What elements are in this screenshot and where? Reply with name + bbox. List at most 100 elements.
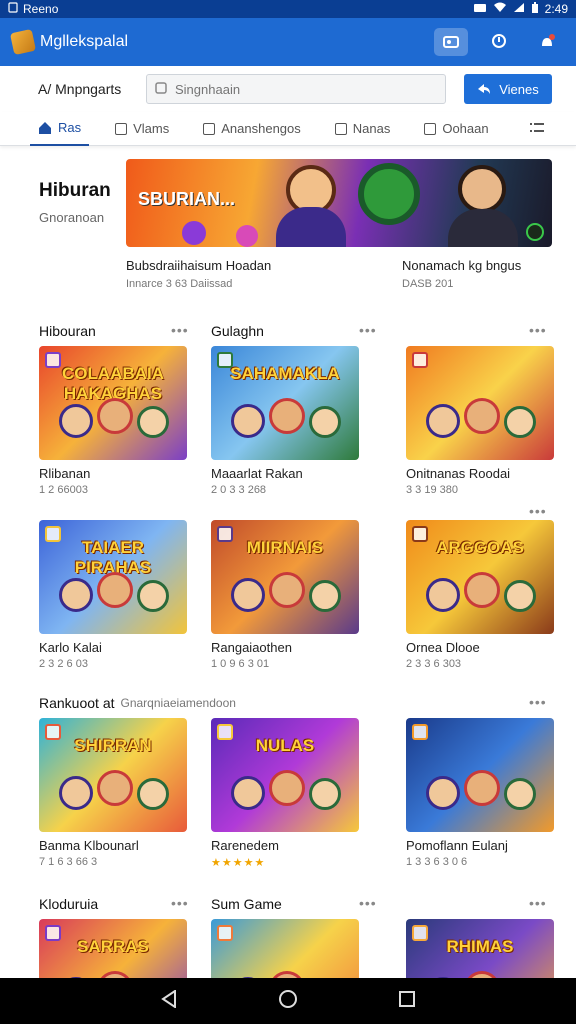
character-image — [231, 404, 265, 438]
game-thumbnail[interactable]: NULAS — [211, 718, 359, 832]
back-icon — [160, 988, 176, 1009]
views-button-label: Vienes — [499, 81, 539, 97]
game-thumbnail[interactable] — [406, 346, 554, 460]
home-button[interactable] — [278, 989, 298, 1014]
game-name: Onitnanas Roodai — [406, 466, 511, 481]
device-image — [358, 163, 420, 225]
game-name: Rarenedem — [211, 838, 279, 853]
game-badge-icon — [45, 925, 61, 941]
game-name: Pomoflann Eulanj — [406, 838, 508, 853]
game-badge-icon — [217, 526, 233, 542]
gem-image — [236, 225, 258, 247]
game-badge-icon — [412, 526, 428, 542]
game-thumbnail[interactable]: SAHAMAKLA — [211, 346, 359, 460]
character-image — [97, 770, 133, 806]
character-image — [59, 578, 93, 612]
home-circle-icon — [278, 989, 297, 1008]
tab-items[interactable]: Vlams — [107, 112, 177, 146]
character-image — [137, 406, 169, 438]
more-icon[interactable]: ••• — [529, 322, 547, 338]
notifications-button[interactable] — [530, 28, 564, 56]
thumbnail-title: SARRAS — [77, 937, 149, 956]
tab-exchange[interactable]: Ananshengos — [195, 112, 309, 146]
character-image — [464, 572, 500, 608]
more-icon[interactable]: ••• — [359, 895, 377, 911]
game-card[interactable]: Pomoflann Eulanj 1 3 3 6 3 0 6 — [406, 718, 554, 868]
thumbnail-title: ARGGOAS — [436, 538, 524, 557]
banner-meta: DASB 201 — [402, 278, 454, 290]
cart-icon — [443, 36, 459, 48]
more-icon[interactable]: ••• — [529, 503, 547, 519]
game-card[interactable]: NULAS Rarenedem ★★★★★ — [211, 718, 359, 869]
more-icon[interactable]: ••• — [529, 895, 547, 911]
more-icon[interactable]: ••• — [171, 895, 189, 911]
character-image — [59, 404, 93, 438]
game-badge-icon — [217, 352, 233, 368]
game-name: Ornea Dlooe — [406, 640, 480, 655]
game-card[interactable]: ARGGOAS Ornea Dlooe 2 3 3 6 303 — [406, 520, 554, 670]
character-image — [97, 398, 133, 434]
cart-button[interactable] — [434, 28, 468, 56]
game-thumbnail[interactable]: TAIAER PIRAHAS — [39, 520, 187, 634]
game-thumbnail[interactable] — [406, 718, 554, 832]
carrier-label: Reeno — [23, 2, 59, 16]
game-card[interactable]: SHIRRAN Banma Klbounarl 7 1 6 3 66 3 — [39, 718, 187, 868]
tab-menu-button[interactable] — [530, 121, 544, 137]
search-row: A/ Mnpngarts Vienes — [0, 66, 576, 112]
character-image — [137, 580, 169, 612]
game-name: Rlibanan — [39, 466, 91, 481]
bell-icon — [542, 34, 555, 46]
character-image — [269, 398, 305, 434]
game-card[interactable]: MIIRNAIS Rangaiaothen 1 0 9 6 3 01 — [211, 520, 359, 670]
character-image — [426, 578, 460, 612]
thumbnail-title: MIIRNAIS — [246, 538, 324, 557]
game-thumbnail[interactable]: ARGGOAS — [406, 520, 554, 634]
more-icon[interactable]: ••• — [529, 694, 547, 710]
character-image — [464, 770, 500, 806]
game-badge-icon — [45, 352, 61, 368]
game-thumbnail[interactable]: MIIRNAIS — [211, 520, 359, 634]
game-meta: 2 0 3 3 268 — [211, 484, 267, 496]
game-card[interactable]: TAIAER PIRAHAS Karlo Kalai 2 3 2 6 03 — [39, 520, 187, 670]
banner-text: SBURIAN... — [138, 189, 236, 209]
search-label: A/ Mnpngarts — [38, 81, 122, 97]
game-badge-icon — [217, 925, 233, 941]
app-screen: Reeno 2:49 Mgllekspalal A/ Mnpngarts Sin… — [0, 0, 576, 1024]
game-meta: 1 2 66003 — [39, 484, 88, 496]
tab-label: Nanas — [352, 121, 391, 136]
banner-caption: Bubsdraiihaisum Hoadan — [126, 258, 272, 273]
game-thumbnail[interactable]: COLAABAIA HAKAGHAS — [39, 346, 187, 460]
search-box[interactable] — [146, 74, 446, 104]
game-card[interactable]: SAHAMAKLA Maaarlat Rakan 2 0 3 3 268 — [211, 346, 359, 496]
clock: 2:49 — [544, 2, 568, 16]
character-image — [309, 406, 341, 438]
character-image — [269, 770, 305, 806]
game-card[interactable]: COLAABAIA HAKAGHAS Rlibanan 1 2 66003 — [39, 346, 187, 496]
thumbnail-title: SHIRRAN — [74, 736, 152, 755]
account-button[interactable] — [482, 28, 516, 56]
section-title: Rankuoot at Gnarqniaeiamendoon — [39, 693, 236, 713]
share-icon — [478, 84, 491, 94]
tab-names[interactable]: Nanas — [327, 112, 399, 146]
character-image — [97, 572, 133, 608]
search-input[interactable] — [175, 81, 415, 97]
tab-cohaan[interactable]: Oohaan — [416, 112, 496, 146]
banner-meta: Innarce 3 63 Daiissad — [126, 278, 233, 290]
folder-icon — [424, 122, 437, 135]
game-card[interactable]: Onitnanas Roodai 3 3 19 380 — [406, 346, 554, 496]
tab-label: Vlams — [133, 121, 170, 136]
search-icon — [155, 81, 167, 97]
game-meta: 2 3 3 6 303 — [406, 658, 462, 670]
game-thumbnail[interactable]: SHIRRAN — [39, 718, 187, 832]
hero-banner[interactable]: SBURIAN... — [126, 159, 552, 247]
more-icon[interactable]: ••• — [171, 322, 189, 338]
thumbnail-title: RHIMAS — [446, 937, 514, 956]
game-badge-icon — [412, 724, 428, 740]
signal-icon — [513, 2, 525, 16]
tab-home[interactable]: Ras — [30, 112, 90, 146]
more-icon[interactable]: ••• — [359, 322, 377, 338]
recents-button[interactable] — [399, 990, 416, 1012]
sim-icon — [8, 2, 18, 16]
views-button[interactable]: Vienes — [464, 74, 552, 104]
back-button[interactable] — [160, 988, 177, 1013]
